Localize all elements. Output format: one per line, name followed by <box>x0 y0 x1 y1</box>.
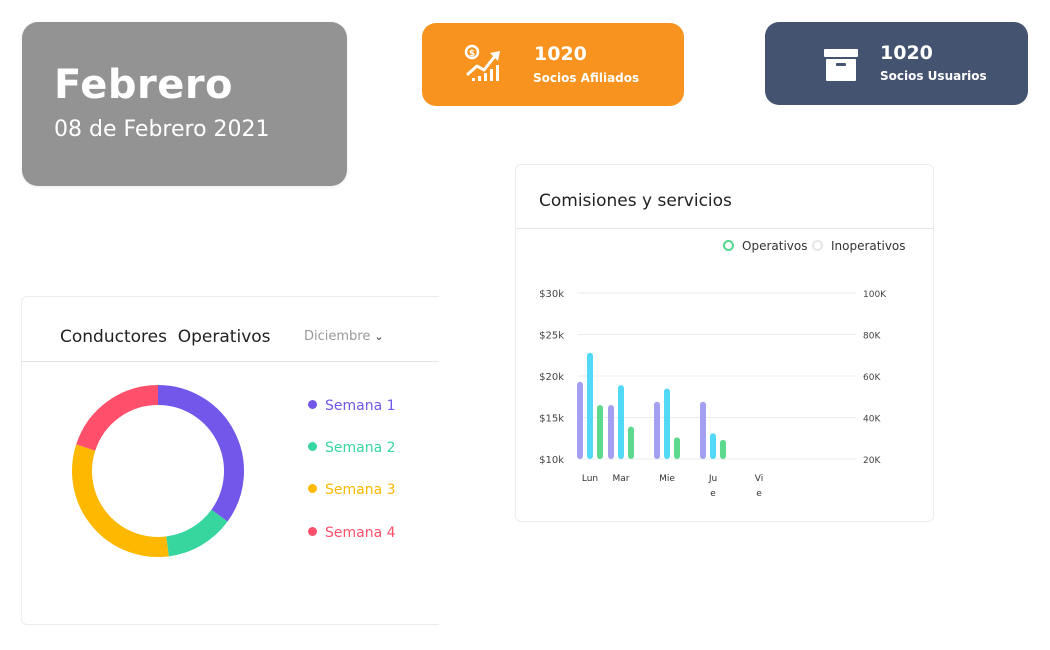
y-right-tick-label: 80K <box>863 332 881 342</box>
bar-4-2[interactable] <box>710 433 716 459</box>
stat-card-socios-afiliados[interactable]: $ 1020 Socios Afiliados <box>422 23 684 106</box>
y-left-tick-label: $20k <box>539 372 564 383</box>
legend-label: Semana 4 <box>325 525 396 541</box>
legend-item-semana-4[interactable]: Semana 4 <box>308 525 396 541</box>
legend-label: Semana 2 <box>325 440 396 456</box>
y-right-tick-label: 40K <box>863 415 881 425</box>
current-month: Febrero <box>54 62 234 108</box>
legend-item-semana-3[interactable]: Semana 3 <box>308 482 396 498</box>
legend-label: Inoperativos <box>831 239 906 253</box>
stat-label: Socios Usuarios <box>880 69 987 83</box>
stat-card-socios-usuarios[interactable]: 1020 Socios Usuarios <box>765 22 1028 105</box>
period-dropdown[interactable]: Diciembre ⌄ <box>304 329 384 344</box>
bar-3-3[interactable] <box>674 437 680 459</box>
y-left-tick-label: $15k <box>539 414 564 425</box>
stat-value: 1020 <box>880 42 933 64</box>
growth-chart-icon: $ <box>464 44 500 81</box>
x-tick-label: Lun <box>582 474 598 484</box>
legend-ring-icon <box>812 240 823 251</box>
bar-2-3[interactable] <box>628 426 634 459</box>
chevron-down-icon: ⌄ <box>374 330 384 343</box>
bar-3-1[interactable] <box>654 401 660 459</box>
drivers-panel: Conductores Operativos Diciembre ⌄ Semana… <box>21 296 439 625</box>
date-card: Febrero 08 de Febrero 2021 <box>22 22 347 186</box>
legend-label: Operativos <box>742 239 808 253</box>
bar-4-3[interactable] <box>720 439 726 459</box>
donut-slice-2[interactable] <box>165 509 228 557</box>
period-dropdown-value: Diciembre <box>304 329 371 344</box>
donut-slice-3[interactable] <box>72 444 169 557</box>
legend-dot <box>308 442 317 451</box>
donut-slice-1[interactable] <box>157 385 244 522</box>
legend-label: Semana 1 <box>325 398 396 414</box>
bar-2-2[interactable] <box>618 385 624 459</box>
y-left-tick-label: $25k <box>539 331 564 342</box>
legend-label: Semana 3 <box>325 482 396 498</box>
bar-1-1[interactable] <box>577 381 583 459</box>
x-tick-label: Vi <box>755 474 763 484</box>
bar-3-2[interactable] <box>664 388 670 459</box>
x-tick-label: Ju <box>708 474 717 484</box>
panel-divider <box>516 228 933 229</box>
panel-divider <box>22 361 439 362</box>
legend-dot <box>308 400 317 409</box>
legend-item-semana-2[interactable]: Semana 2 <box>308 440 396 456</box>
x-tick-label: Mar <box>613 474 630 484</box>
current-date: 08 de Febrero 2021 <box>54 117 270 142</box>
drivers-panel-title: Conductores Operativos <box>60 327 271 347</box>
x-tick-label: e <box>710 489 716 499</box>
commissions-panel-title: Comisiones y servicios <box>539 191 732 211</box>
bar-1-3[interactable] <box>597 405 603 459</box>
svg-text:$: $ <box>469 49 475 59</box>
commissions-bar-chart: $10k 20K $15k 40K $20k 60K $25k 80K $30k 100K Lun M… <box>539 289 887 499</box>
commissions-panel: Comisiones y servicios Operativos Inoper… <box>515 164 934 522</box>
stat-value: 1020 <box>534 43 587 65</box>
legend-dot <box>308 484 317 493</box>
bar-4-1[interactable] <box>700 401 706 459</box>
legend-ring-icon <box>723 240 734 251</box>
legend-item-semana-1[interactable]: Semana 1 <box>308 398 396 414</box>
x-tick-label: e <box>756 489 762 499</box>
bar-2-1[interactable] <box>608 405 614 459</box>
drivers-donut-chart <box>72 385 244 557</box>
y-left-tick-label: $30k <box>539 289 564 300</box>
x-tick-label: Mie <box>659 474 675 484</box>
stat-label: Socios Afiliados <box>533 71 640 85</box>
archive-box-icon <box>824 49 858 81</box>
legend-item-operativos[interactable]: Operativos <box>723 239 807 253</box>
donut-slice-4[interactable] <box>76 385 159 451</box>
y-right-tick-label: 20K <box>863 456 881 466</box>
y-right-tick-label: 60K <box>863 373 881 383</box>
legend-item-inoperativos[interactable]: Inoperativos <box>812 239 906 253</box>
y-right-tick-label: 100K <box>863 290 887 300</box>
legend-dot <box>308 527 317 536</box>
bar-1-2[interactable] <box>587 352 593 459</box>
y-left-tick-label: $10k <box>539 455 564 466</box>
